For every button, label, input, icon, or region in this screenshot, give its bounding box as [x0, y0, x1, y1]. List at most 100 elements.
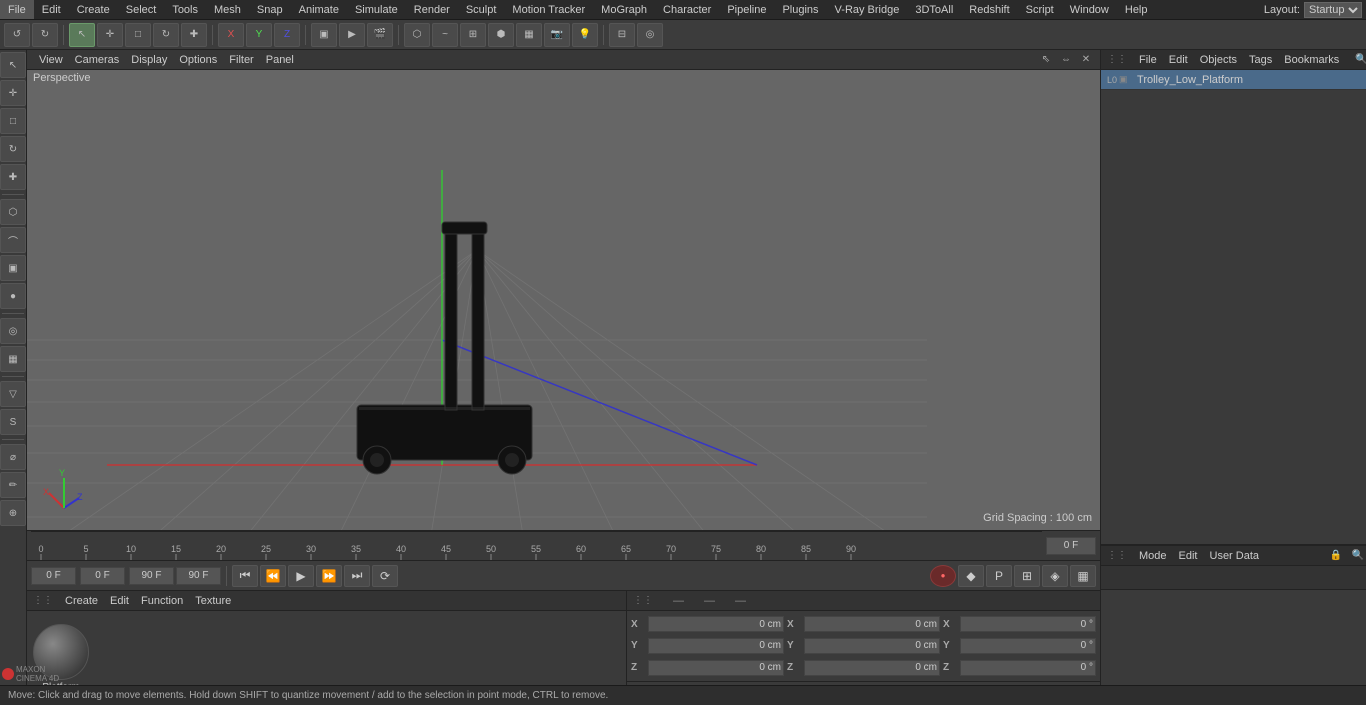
camera-button[interactable]: 📷 [544, 23, 570, 47]
vp-menu-panel[interactable]: Panel [260, 54, 300, 66]
coord-y-pos-input[interactable] [648, 638, 784, 654]
menu-plugins[interactable]: Plugins [774, 0, 826, 19]
object-button[interactable]: ⬡ [404, 23, 430, 47]
obj-search-btn[interactable]: 🔍 [1351, 51, 1366, 69]
menu-animate[interactable]: Animate [291, 0, 347, 19]
mat-texture-menu[interactable]: Texture [195, 595, 231, 607]
frame-input[interactable] [1046, 537, 1096, 555]
menu-vray[interactable]: V-Ray Bridge [827, 0, 908, 19]
left-poly-btn[interactable]: ⬡ [0, 199, 26, 225]
left-scale-btn[interactable]: □ [0, 108, 26, 134]
env-button[interactable]: ▦ [516, 23, 542, 47]
menu-tools[interactable]: Tools [164, 0, 206, 19]
timeline-mode-button[interactable]: ▦ [1070, 565, 1096, 587]
start-frame-input[interactable]: 0 F [31, 567, 76, 585]
menu-file[interactable]: File [0, 0, 34, 19]
obj-objects-menu[interactable]: Objects [1200, 54, 1237, 66]
viewport[interactable]: View Cameras Display Options Filter Pane… [27, 50, 1100, 530]
menu-character[interactable]: Character [655, 0, 719, 19]
render-button[interactable]: ▶ [339, 23, 365, 47]
coord-y-rot-input[interactable] [960, 638, 1096, 654]
attr-search-btn[interactable]: 🔍 [1348, 547, 1366, 565]
obj-edit-menu[interactable]: Edit [1169, 54, 1188, 66]
obj-bookmarks-menu[interactable]: Bookmarks [1284, 54, 1339, 66]
left-paint-btn[interactable]: ✏ [0, 472, 26, 498]
left-sphere-btn[interactable]: ● [0, 283, 26, 309]
attr-edit-menu[interactable]: Edit [1179, 550, 1198, 562]
vp-menu-view[interactable]: View [33, 54, 69, 66]
menu-select[interactable]: Select [118, 0, 165, 19]
obj-file-menu[interactable]: File [1139, 54, 1157, 66]
nurbs-button[interactable]: ⊞ [460, 23, 486, 47]
object-row-trolley[interactable]: L0 ▣ Trolley_Low_Platform ✕ [1101, 70, 1366, 90]
menu-help[interactable]: Help [1117, 0, 1156, 19]
left-spline-btn[interactable]: ⌒ [0, 227, 26, 253]
play-button[interactable]: ▶ [288, 565, 314, 587]
move-tool-button[interactable]: ✛ [97, 23, 123, 47]
floor-button[interactable]: ⊟ [609, 23, 635, 47]
coord-z-pos-input[interactable] [648, 660, 784, 676]
step-forward-button[interactable]: ⏩ [316, 565, 342, 587]
spline-button[interactable]: ~ [432, 23, 458, 47]
menu-motion-tracker[interactable]: Motion Tracker [504, 0, 593, 19]
go-end-button[interactable]: ⏭ [344, 565, 370, 587]
left-camera-btn[interactable]: ✚ [0, 164, 26, 190]
loop-button[interactable]: ⟳ [372, 565, 398, 587]
mat-edit-menu[interactable]: Edit [110, 595, 129, 607]
left-cube-btn[interactable]: ▣ [0, 255, 26, 281]
attr-lock-btn[interactable]: 🔒 [1326, 547, 1346, 565]
scale-tool-button[interactable]: □ [125, 23, 151, 47]
yaxis-button[interactable]: Y [246, 23, 272, 47]
vp-menu-options[interactable]: Options [173, 54, 223, 66]
atom-button[interactable]: ◎ [637, 23, 663, 47]
menu-mograph[interactable]: MoGraph [593, 0, 655, 19]
playback-field-1[interactable] [80, 567, 125, 585]
coord-z-rot-input[interactable] [960, 660, 1096, 676]
rotate-tool-button[interactable]: ↻ [153, 23, 179, 47]
redo-button[interactable]: ↻ [32, 23, 58, 47]
step-back-button[interactable]: ⏪ [260, 565, 286, 587]
left-sculpt-btn[interactable]: ⊕ [0, 500, 26, 526]
obj-tags-menu[interactable]: Tags [1249, 54, 1272, 66]
motion-path-button[interactable]: ⊞ [1014, 565, 1040, 587]
menu-render[interactable]: Render [406, 0, 458, 19]
xaxis-button[interactable]: X [218, 23, 244, 47]
render-view-button[interactable]: 🎬 [367, 23, 393, 47]
left-material-btn[interactable]: ◎ [0, 318, 26, 344]
transform-button[interactable]: ✚ [181, 23, 207, 47]
zaxis-button[interactable]: Z [274, 23, 300, 47]
coord-z-size-input[interactable] [804, 660, 940, 676]
menu-sculpt[interactable]: Sculpt [458, 0, 505, 19]
deform-button[interactable]: ⬢ [488, 23, 514, 47]
mat-create-menu[interactable]: Create [65, 595, 98, 607]
coord-x-size-input[interactable] [804, 616, 940, 632]
render-region-button[interactable]: ▣ [311, 23, 337, 47]
left-rotate-btn[interactable]: ↻ [0, 136, 26, 162]
left-soft-btn[interactable]: ⌀ [0, 444, 26, 470]
menu-script[interactable]: Script [1018, 0, 1062, 19]
attr-mode-menu[interactable]: Mode [1139, 550, 1167, 562]
left-move-btn[interactable]: ✛ [0, 80, 26, 106]
coord-x-pos-input[interactable] [648, 616, 784, 632]
vp-ctrl-close[interactable]: ✕ [1078, 52, 1094, 68]
select-tool-button[interactable]: ↖ [69, 23, 95, 47]
coord-x-rot-input[interactable] [960, 616, 1096, 632]
menu-window[interactable]: Window [1062, 0, 1117, 19]
light-button[interactable]: 💡 [572, 23, 598, 47]
menu-redshift[interactable]: Redshift [961, 0, 1017, 19]
vp-ctrl-arrows[interactable]: ⇔ [1058, 52, 1074, 68]
menu-snap[interactable]: Snap [249, 0, 291, 19]
end-frame-input-1[interactable] [129, 567, 174, 585]
menu-edit[interactable]: Edit [34, 0, 69, 19]
menu-3dtoall[interactable]: 3DToAll [907, 0, 961, 19]
onion-button[interactable]: ◈ [1042, 565, 1068, 587]
left-tag-btn[interactable]: ▽ [0, 381, 26, 407]
left-texture-btn[interactable]: ▦ [0, 346, 26, 372]
vp-menu-display[interactable]: Display [125, 54, 173, 66]
undo-button[interactable]: ↺ [4, 23, 30, 47]
vp-ctrl-expand[interactable]: ⇖ [1038, 52, 1054, 68]
attr-userdata-menu[interactable]: User Data [1210, 550, 1260, 562]
left-select-btn[interactable]: ↖ [0, 52, 26, 78]
go-start-button[interactable]: ⏮ [232, 565, 258, 587]
menu-mesh[interactable]: Mesh [206, 0, 249, 19]
